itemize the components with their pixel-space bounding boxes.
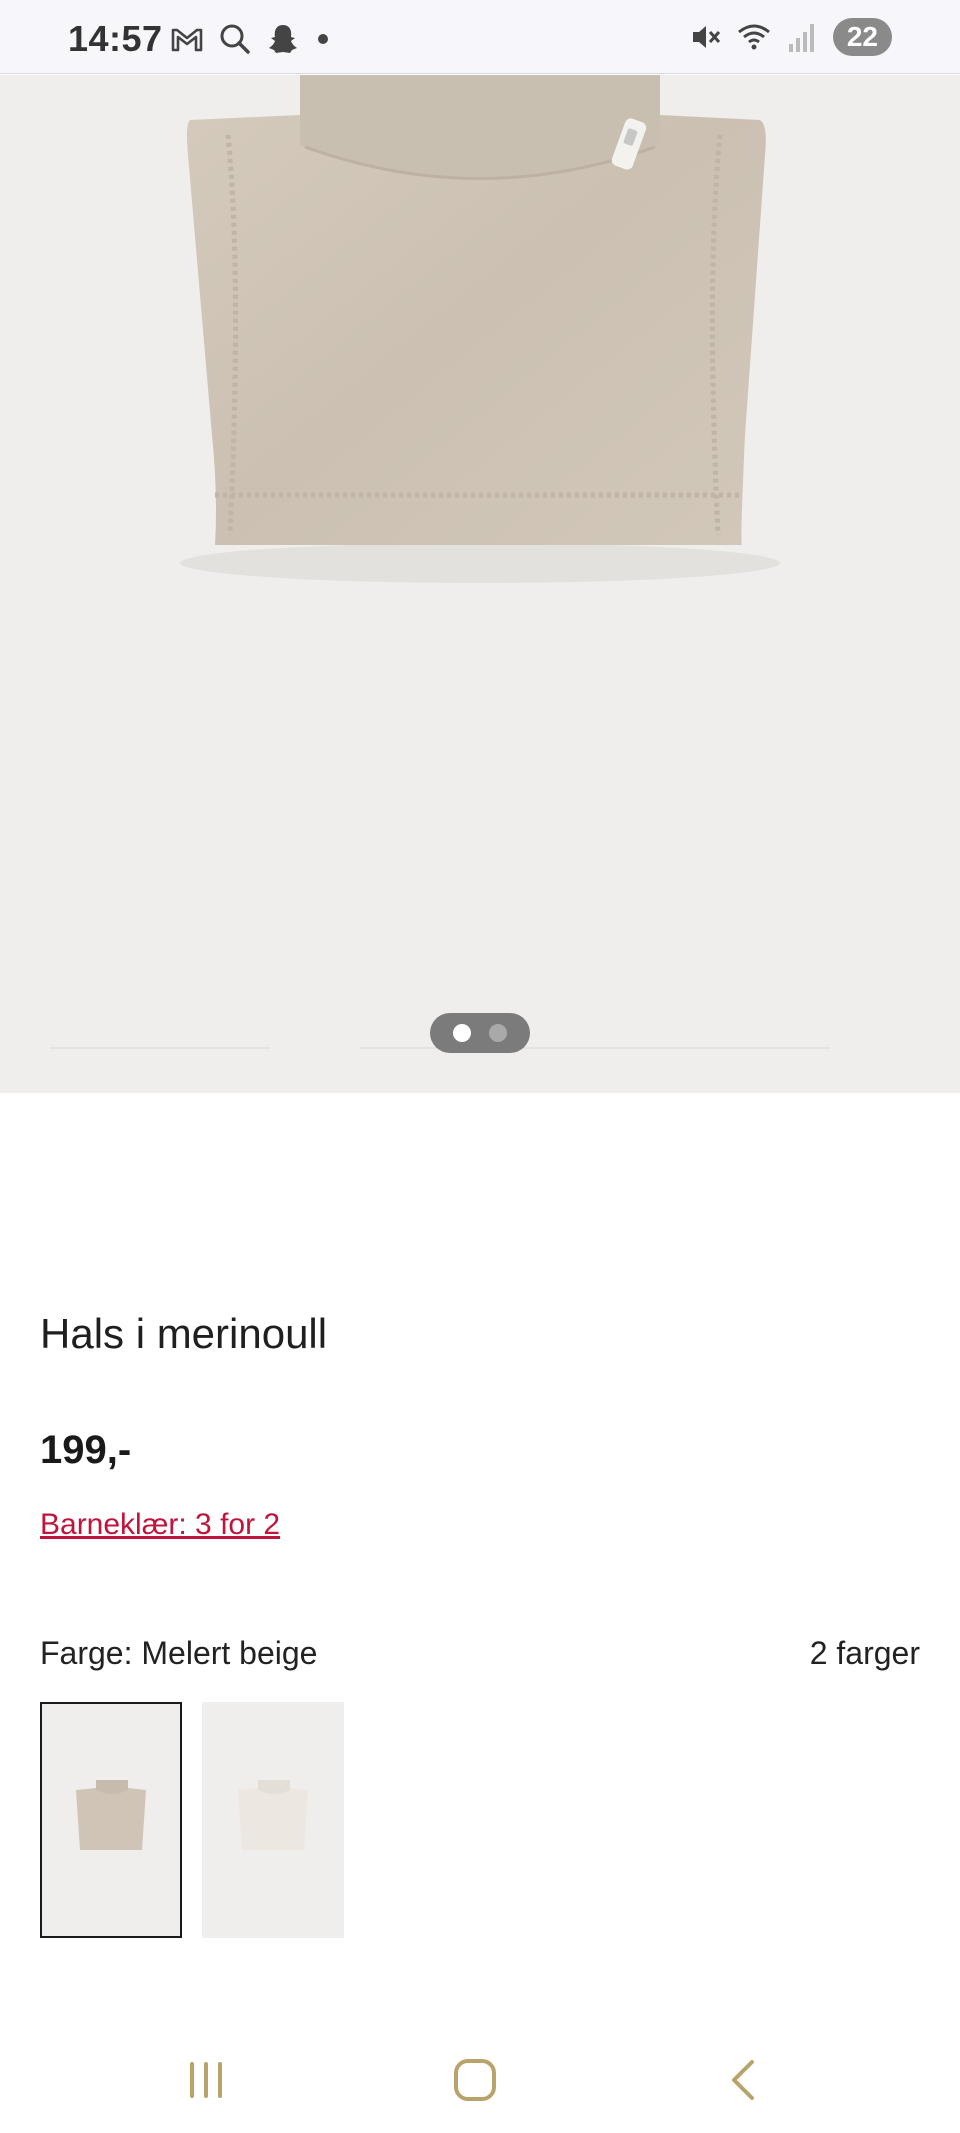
system-nav-bar xyxy=(0,2030,960,2133)
color-swatch-beige[interactable] xyxy=(40,1702,182,1938)
snapchat-icon xyxy=(269,25,297,53)
status-time: 14:57 xyxy=(68,18,163,59)
home-icon xyxy=(454,2059,496,2101)
pager-dot-active[interactable] xyxy=(453,1024,471,1042)
product-title: Hals i merinoull xyxy=(40,1310,328,1357)
mute-icon xyxy=(692,26,720,48)
color-swatch-white[interactable] xyxy=(202,1702,344,1938)
gmail-icon xyxy=(171,28,203,52)
swatch-beige-image xyxy=(76,1780,146,1850)
swatch-white-image xyxy=(238,1780,308,1850)
product-price: 199,- xyxy=(40,1428,132,1472)
color-label: Farge: Melert beige xyxy=(40,1635,318,1671)
search-icon xyxy=(220,24,250,54)
status-bar: 14:57 22 xyxy=(0,0,960,74)
image-pager[interactable] xyxy=(430,1013,530,1053)
status-icons-left xyxy=(170,22,328,56)
notification-dot-icon xyxy=(318,34,328,44)
color-count: 2 farger xyxy=(809,1635,920,1671)
battery-badge: 22 xyxy=(832,18,892,56)
image-divider xyxy=(360,1047,830,1049)
pager-dot[interactable] xyxy=(489,1024,507,1042)
status-icons-right: 22 xyxy=(689,18,892,56)
recent-apps-button[interactable] xyxy=(166,2048,246,2112)
back-icon xyxy=(732,2060,754,2100)
signal-icon xyxy=(788,24,814,52)
image-divider xyxy=(50,1047,270,1049)
promo-link[interactable]: Barneklær: 3 for 2 xyxy=(40,1508,280,1542)
wifi-icon xyxy=(737,24,770,50)
product-image xyxy=(180,75,780,583)
home-button[interactable] xyxy=(435,2048,515,2112)
product-image-gallery[interactable] xyxy=(0,75,960,1093)
back-button[interactable] xyxy=(704,2048,784,2112)
recent-apps-icon xyxy=(190,2062,222,2098)
